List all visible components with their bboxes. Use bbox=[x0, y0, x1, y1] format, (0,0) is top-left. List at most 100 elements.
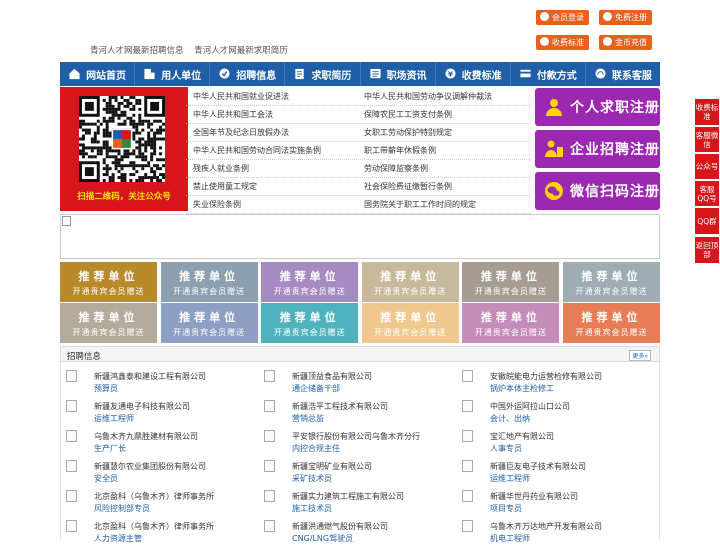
fee-standard-button[interactable]: 收费标准 bbox=[536, 35, 589, 50]
job-item[interactable]: 新疆洪通燃气股份有限公司 CNG/LNG驾驶员 bbox=[264, 518, 454, 546]
job-item[interactable]: 新疆慧尔农业集团股份有限公司 安全员 bbox=[66, 458, 256, 486]
job-position[interactable]: 会计、出纳 bbox=[490, 413, 530, 424]
recommend-tile[interactable]: 推荐单位 开通贵宾会员赠送 bbox=[361, 303, 459, 343]
job-item[interactable]: 新疆巨友电子技术有限公司 运维工程师 bbox=[462, 458, 652, 486]
job-item[interactable]: 乌鲁木齐九鼎胜建材有限公司 生产厂长 bbox=[66, 428, 256, 456]
job-position[interactable]: 项目专员 bbox=[490, 503, 522, 514]
member-login-button[interactable]: 会员登录 bbox=[536, 10, 589, 25]
job-item[interactable]: 平安银行股份有限公司乌鲁木齐分行 内控合规主任 bbox=[264, 428, 454, 456]
job-item[interactable]: 新疆华世丹药业有限公司 项目专员 bbox=[462, 488, 652, 516]
recommend-tile[interactable]: 推荐单位 开通贵宾会员赠送 bbox=[160, 303, 258, 343]
ad-banner[interactable] bbox=[60, 214, 660, 259]
job-item[interactable]: 安徽皖能电力运营检修有限公司 锅炉本体主检修工 bbox=[462, 368, 652, 396]
nav-item-3[interactable]: 招聘信息 bbox=[209, 62, 284, 86]
company-name[interactable]: 新疆巨友电子技术有限公司 bbox=[490, 461, 586, 472]
job-item[interactable]: 北京盈科（乌鲁木齐）律师事务所 人力资源主管 bbox=[66, 518, 256, 546]
nav-item-2[interactable]: 用人单位 bbox=[134, 62, 209, 86]
company-name[interactable]: 新疆浩平工程技术有限公司 bbox=[292, 401, 388, 412]
nav-item-1[interactable]: 网站首页 bbox=[60, 62, 134, 86]
job-item[interactable]: 新疆宝明矿业有限公司 采矿技术员 bbox=[264, 458, 454, 486]
company-name[interactable]: 新疆慧尔农业集团股份有限公司 bbox=[94, 461, 206, 472]
job-item[interactable]: 新疆浩平工程技术有限公司 营销总监 bbox=[264, 398, 454, 426]
law-link[interactable]: 职工带薪年休假条例 bbox=[364, 145, 436, 156]
job-position[interactable]: 施工技术员 bbox=[292, 503, 332, 514]
float-qq-service[interactable]: 客服QQ号 bbox=[695, 181, 719, 206]
law-link[interactable]: 国务院关于职工工作时间的规定 bbox=[364, 199, 476, 210]
law-link[interactable]: 中华人民共和国劳动合同法实施条例 bbox=[193, 145, 321, 156]
recommend-tile[interactable]: 推荐单位 开通贵宾会员赠送 bbox=[361, 262, 459, 302]
law-link[interactable]: 失业保险条例 bbox=[193, 199, 241, 210]
gold-recharge-button[interactable]: 金币充值 bbox=[599, 35, 652, 50]
job-position[interactable]: 运维工程师 bbox=[94, 413, 134, 424]
float-official-account[interactable]: 公众号 bbox=[695, 154, 719, 179]
more-jobs-link[interactable]: 更多» bbox=[629, 350, 651, 361]
job-position[interactable]: 通企储备干部 bbox=[292, 383, 340, 394]
company-name[interactable]: 安徽皖能电力运营检修有限公司 bbox=[490, 371, 602, 382]
recommend-tile[interactable]: 推荐单位 开通贵宾会员赠送 bbox=[160, 262, 258, 302]
recommend-tile[interactable]: 推荐单位 开通贵宾会员赠送 bbox=[563, 262, 660, 302]
job-position[interactable]: 锅炉本体主检修工 bbox=[490, 383, 554, 394]
job-position[interactable]: 预算员 bbox=[94, 383, 118, 394]
wechat-register-button[interactable]: 微信扫码注册 bbox=[535, 172, 660, 210]
job-item[interactable]: 新疆鸿鑫泰和建设工程有限公司 预算员 bbox=[66, 368, 256, 396]
job-item[interactable]: 新疆友通电子科技有限公司 运维工程师 bbox=[66, 398, 256, 426]
job-item[interactable]: 宝汇地产有限公司 人事专员 bbox=[462, 428, 652, 456]
recommend-tile[interactable]: 推荐单位 开通贵宾会员赠送 bbox=[60, 262, 157, 302]
law-link[interactable]: 中华人民共和国就业促进法 bbox=[193, 91, 289, 102]
recommend-tile[interactable]: 推荐单位 开通贵宾会员赠送 bbox=[563, 303, 660, 343]
personal-register-button[interactable]: 个人求职注册 bbox=[535, 88, 660, 126]
company-name[interactable]: 乌鲁木齐万达地产开发有限公司 bbox=[490, 521, 602, 532]
law-link[interactable]: 残疾人就业条例 bbox=[193, 163, 249, 174]
job-position[interactable]: 采矿技术员 bbox=[292, 473, 332, 484]
job-position[interactable]: CNG/LNG驾驶员 bbox=[292, 533, 353, 544]
law-link[interactable]: 全国年节及纪念日放假办法 bbox=[193, 127, 289, 138]
float-fee-standard[interactable]: 收费标准 bbox=[695, 99, 719, 125]
job-item[interactable]: 中国外运阿拉山口公司 会计、出纳 bbox=[462, 398, 652, 426]
job-item[interactable]: 乌鲁木齐万达地产开发有限公司 机电工程师 bbox=[462, 518, 652, 546]
company-name[interactable]: 平安银行股份有限公司乌鲁木齐分行 bbox=[292, 431, 420, 442]
company-name[interactable]: 乌鲁木齐九鼎胜建材有限公司 bbox=[94, 431, 198, 442]
company-name[interactable]: 新疆宝明矿业有限公司 bbox=[292, 461, 372, 472]
law-link[interactable]: 保障农民工工资支付条例 bbox=[364, 109, 452, 120]
company-name[interactable]: 新疆顶益食品有限公司 bbox=[292, 371, 372, 382]
company-register-button[interactable]: 企业招聘注册 bbox=[535, 130, 660, 168]
company-name[interactable]: 北京盈科（乌鲁木齐）律师事务所 bbox=[94, 521, 214, 532]
company-name[interactable]: 新疆洪通燃气股份有限公司 bbox=[292, 521, 388, 532]
law-link[interactable]: 劳动保障监察条例 bbox=[364, 163, 428, 174]
job-item[interactable]: 新疆实力建筑工程施工有限公司 施工技术员 bbox=[264, 488, 454, 516]
company-name[interactable]: 中国外运阿拉山口公司 bbox=[490, 401, 570, 412]
company-name[interactable]: 北京盈科（乌鲁木齐）律师事务所 bbox=[94, 491, 214, 502]
nav-item-6[interactable]: ¥ 收费标准 bbox=[434, 62, 510, 86]
recommend-tile[interactable]: 推荐单位 开通贵宾会员赠送 bbox=[261, 303, 359, 343]
law-link[interactable]: 女职工劳动保护特别规定 bbox=[364, 127, 452, 138]
law-link[interactable]: 中华人民共和国工会法 bbox=[193, 109, 273, 120]
law-link[interactable]: 中华人民共和国劳动争议调解仲裁法 bbox=[364, 91, 492, 102]
float-qq-group[interactable]: QQ群 bbox=[695, 208, 719, 234]
job-item[interactable]: 新疆顶益食品有限公司 通企储备干部 bbox=[264, 368, 454, 396]
law-link[interactable]: 禁止使用童工规定 bbox=[193, 181, 257, 192]
recommend-tile[interactable]: 推荐单位 开通贵宾会员赠送 bbox=[60, 303, 157, 343]
job-position[interactable]: 生产厂长 bbox=[94, 443, 126, 454]
company-name[interactable]: 新疆鸿鑫泰和建设工程有限公司 bbox=[94, 371, 206, 382]
back-to-top-button[interactable]: 返回顶部 bbox=[695, 237, 719, 263]
company-name[interactable]: 新疆友通电子科技有限公司 bbox=[94, 401, 190, 412]
company-name[interactable]: 新疆实力建筑工程施工有限公司 bbox=[292, 491, 404, 502]
recommend-tile[interactable]: 推荐单位 开通贵宾会员赠送 bbox=[261, 262, 359, 302]
nav-item-8[interactable]: 联系客服 bbox=[584, 62, 660, 86]
job-position[interactable]: 安全员 bbox=[94, 473, 118, 484]
job-position[interactable]: 人事专员 bbox=[490, 443, 522, 454]
free-register-button[interactable]: 免费注册 bbox=[599, 10, 652, 25]
job-position[interactable]: 风险控制部专员 bbox=[94, 503, 150, 514]
company-name[interactable]: 宝汇地产有限公司 bbox=[490, 431, 554, 442]
nav-item-5[interactable]: 职场资讯 bbox=[359, 62, 435, 86]
nav-item-4[interactable]: 求职简历 bbox=[284, 62, 359, 86]
nav-item-7[interactable]: 付款方式 bbox=[509, 62, 585, 86]
job-position[interactable]: 机电工程师 bbox=[490, 533, 530, 544]
float-wechat-service[interactable]: 客服微信 bbox=[695, 127, 719, 152]
latest-resumes-link[interactable]: 青河人才网最新求职简历 bbox=[194, 46, 288, 56]
job-item[interactable]: 北京盈科（乌鲁木齐）律师事务所 风险控制部专员 bbox=[66, 488, 256, 516]
job-position[interactable]: 内控合规主任 bbox=[292, 443, 340, 454]
job-position[interactable]: 营销总监 bbox=[292, 413, 324, 424]
latest-jobs-link[interactable]: 青河人才网最新招聘信息 bbox=[90, 46, 184, 56]
recommend-tile[interactable]: 推荐单位 开通贵宾会员赠送 bbox=[462, 262, 560, 302]
